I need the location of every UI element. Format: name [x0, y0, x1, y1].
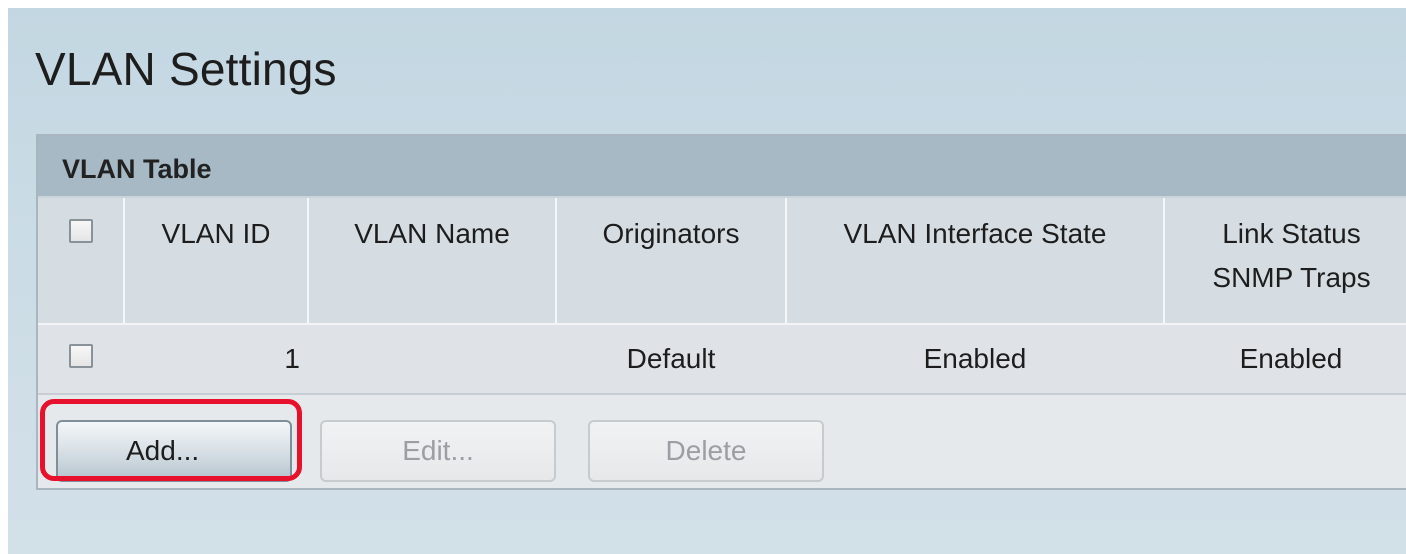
column-header-link-status[interactable]: Link Status SNMP Traps: [1163, 198, 1406, 325]
column-header-interface-state[interactable]: VLAN Interface State: [785, 198, 1164, 325]
cell-interface-state: Enabled: [786, 324, 1164, 395]
select-all-checkbox[interactable]: [68, 219, 93, 243]
column-header-originators[interactable]: Originators: [555, 198, 786, 325]
vlan-table-panel: VLAN Table VLAN ID VLAN Name Originators: [36, 134, 1406, 490]
link-status-header-line2: SNMP Traps: [1212, 262, 1371, 293]
table-header-row: VLAN ID VLAN Name Originators VLAN Inter…: [38, 198, 1406, 325]
select-all-cell: [38, 198, 124, 325]
cell-originators: Default: [556, 324, 786, 395]
cell-vlan-name: [308, 324, 556, 395]
table-row[interactable]: 1 Default Enabled Enabled: [38, 324, 1406, 395]
vlan-settings-page: VLAN Settings VLAN Table VLAN ID VLAN Na…: [8, 8, 1406, 554]
page-title: VLAN Settings: [35, 43, 337, 95]
link-status-header-line1: Link Status: [1222, 218, 1361, 249]
table-actions: Add... Edit... Delete: [38, 406, 1406, 488]
vlan-table-title: VLAN Table: [62, 154, 212, 184]
cell-vlan-id: 1: [124, 324, 308, 395]
delete-button[interactable]: Delete: [588, 420, 824, 482]
row-select-cell: [38, 324, 124, 395]
edit-button[interactable]: Edit...: [320, 420, 556, 482]
add-button[interactable]: Add...: [56, 420, 292, 482]
vlan-table-header: VLAN Table: [38, 136, 1406, 198]
row-checkbox[interactable]: [69, 344, 93, 368]
column-header-vlan-name[interactable]: VLAN Name: [307, 198, 556, 325]
cell-link-status: Enabled: [1164, 324, 1406, 395]
column-header-vlan-id[interactable]: VLAN ID: [123, 198, 308, 325]
vlan-table: VLAN ID VLAN Name Originators VLAN Inter…: [38, 198, 1406, 395]
